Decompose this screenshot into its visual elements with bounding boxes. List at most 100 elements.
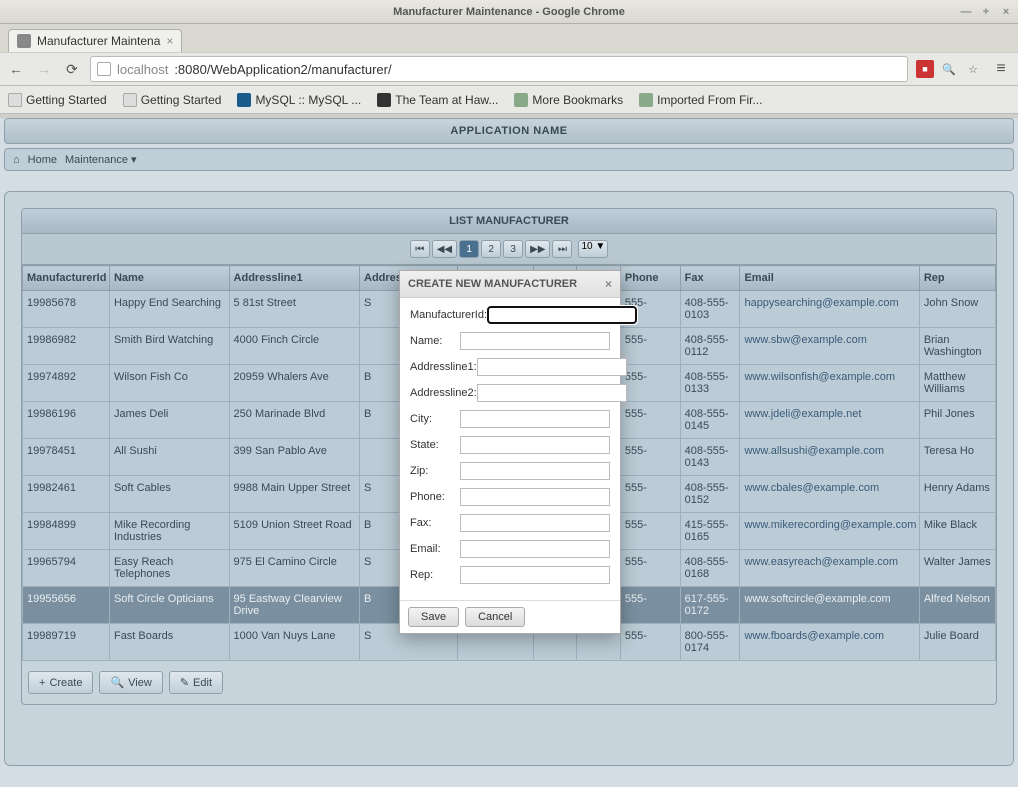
email-link[interactable]: www.mikerecording@example.com	[744, 519, 916, 531]
paginator-next-button[interactable]: ▶▶	[525, 240, 550, 258]
paginator-prev-button[interactable]: ◀◀	[432, 240, 457, 258]
cell: 5109 Union Street Road	[229, 513, 359, 550]
cell: 408-555-0145	[680, 402, 740, 439]
form-input[interactable]	[460, 332, 610, 350]
email-link[interactable]: www.easyreach@example.com	[744, 556, 898, 568]
form-label: ManufacturerId:	[410, 309, 487, 321]
breadcrumb-maintenance[interactable]: Maintenance ▾	[65, 153, 137, 166]
form-input[interactable]	[460, 462, 610, 480]
col-id[interactable]: ManufacturerId	[23, 266, 110, 291]
tab-favicon	[17, 34, 31, 48]
email-link[interactable]: www.jdeli@example.net	[744, 408, 861, 420]
bookmark-getting-started-2[interactable]: Getting Started	[123, 93, 222, 107]
cell: 20959 Whalers Ave	[229, 365, 359, 402]
page-icon	[123, 93, 137, 107]
col-email[interactable]: Email	[740, 266, 919, 291]
cell: 408-555-0152	[680, 476, 740, 513]
zoom-icon[interactable]: 🔍	[940, 60, 958, 78]
window-titlebar: Manufacturer Maintenance - Google Chrome…	[0, 0, 1018, 24]
email-link[interactable]: www.cbales@example.com	[744, 482, 879, 494]
cell: Mike Recording Industries	[109, 513, 229, 550]
form-input[interactable]	[487, 306, 637, 324]
cell: James Deli	[109, 402, 229, 439]
email-link[interactable]: www.sbw@example.com	[744, 334, 866, 346]
paginator-page-3[interactable]: 3	[503, 240, 523, 258]
cell: Fast Boards	[109, 624, 229, 661]
save-button[interactable]: Save	[408, 607, 459, 627]
col-name[interactable]: Name	[109, 266, 229, 291]
url-field[interactable]: localhost:8080/WebApplication2/manufactu…	[90, 56, 908, 82]
breadcrumb-home[interactable]: Home	[28, 154, 57, 166]
bookmark-team[interactable]: The Team at Haw...	[377, 93, 498, 107]
create-button[interactable]: + Create	[28, 671, 93, 694]
window-close-button[interactable]: ×	[998, 4, 1014, 20]
bookmark-label: Getting Started	[141, 93, 222, 107]
email-link[interactable]: happysearching@example.com	[744, 297, 898, 309]
bookmark-label: Imported From Fir...	[657, 93, 762, 107]
form-input[interactable]	[460, 540, 610, 558]
paginator-page-size[interactable]: 10 ▼	[578, 240, 608, 258]
cell: John Snow	[919, 291, 995, 328]
form-input[interactable]	[460, 488, 610, 506]
home-icon[interactable]: ⌂	[13, 154, 20, 166]
bookmark-label: More Bookmarks	[532, 93, 623, 107]
cell: 5 81st Street	[229, 291, 359, 328]
cell: www.easyreach@example.com	[740, 550, 919, 587]
view-button[interactable]: 🔍 View	[99, 671, 162, 694]
chrome-menu-button[interactable]: ≡	[990, 58, 1012, 80]
form-label: Rep:	[410, 569, 460, 581]
form-input[interactable]	[460, 410, 610, 428]
create-manufacturer-dialog: CREATE NEW MANUFACTURER × ManufacturerId…	[399, 270, 621, 634]
bookmark-mysql[interactable]: MySQL :: MySQL ...	[237, 93, 361, 107]
col-fax[interactable]: Fax	[680, 266, 740, 291]
email-link[interactable]: www.fboards@example.com	[744, 630, 884, 642]
email-link[interactable]: www.allsushi@example.com	[744, 445, 884, 457]
paginator-page-2[interactable]: 2	[481, 240, 501, 258]
window-minimize-button[interactable]: —	[958, 4, 974, 20]
forward-button[interactable]: →	[34, 59, 54, 79]
form-input[interactable]	[477, 384, 627, 402]
lastpass-icon[interactable]: ■	[916, 60, 934, 78]
bookmark-more[interactable]: More Bookmarks	[514, 93, 623, 107]
cell: 555-	[620, 550, 680, 587]
cancel-button[interactable]: Cancel	[465, 607, 525, 627]
form-input[interactable]	[477, 358, 627, 376]
email-link[interactable]: www.softcircle@example.com	[744, 593, 890, 605]
form-input[interactable]	[460, 514, 610, 532]
col-addressline1[interactable]: Addressline1	[229, 266, 359, 291]
paginator-page-1[interactable]: 1	[459, 240, 479, 258]
email-link[interactable]: www.wilsonfish@example.com	[744, 371, 895, 383]
dialog-close-icon[interactable]: ×	[605, 277, 612, 291]
paginator-last-button[interactable]: ⏭	[552, 240, 572, 258]
paginator-first-button[interactable]: ⏮	[410, 240, 430, 258]
form-input[interactable]	[460, 566, 610, 584]
window-maximize-button[interactable]: +	[978, 4, 994, 20]
folder-icon	[639, 93, 653, 107]
cell: 617-555-0172	[680, 587, 740, 624]
edit-button[interactable]: ✎ Edit	[169, 671, 223, 694]
col-phone[interactable]: Phone	[620, 266, 680, 291]
bookmark-imported[interactable]: Imported From Fir...	[639, 93, 762, 107]
cell: 408-555-0103	[680, 291, 740, 328]
col-rep[interactable]: Rep	[919, 266, 995, 291]
bookmark-star-icon[interactable]: ☆	[964, 60, 982, 78]
cell: 555-	[620, 513, 680, 550]
cell: www.mikerecording@example.com	[740, 513, 919, 550]
url-host: localhost	[117, 62, 168, 77]
form-row: Zip:	[410, 462, 610, 480]
cell: Walter James	[919, 550, 995, 587]
form-label: Zip:	[410, 465, 460, 477]
form-input[interactable]	[460, 436, 610, 454]
bookmark-getting-started-1[interactable]: Getting Started	[8, 93, 107, 107]
tab-close-icon[interactable]: ×	[166, 34, 173, 48]
dialog-header[interactable]: CREATE NEW MANUFACTURER ×	[400, 271, 620, 298]
cell: 555-	[620, 328, 680, 365]
browser-tab[interactable]: Manufacturer Maintena ×	[8, 29, 182, 52]
url-bar: ← → ⟳ localhost:8080/WebApplication2/man…	[0, 52, 1018, 86]
reload-button[interactable]: ⟳	[62, 59, 82, 79]
back-button[interactable]: ←	[6, 59, 26, 79]
breadcrumb: ⌂ Home Maintenance ▾	[4, 148, 1014, 171]
cell: 408-555-0168	[680, 550, 740, 587]
cell: www.sbw@example.com	[740, 328, 919, 365]
form-label: Phone:	[410, 491, 460, 503]
